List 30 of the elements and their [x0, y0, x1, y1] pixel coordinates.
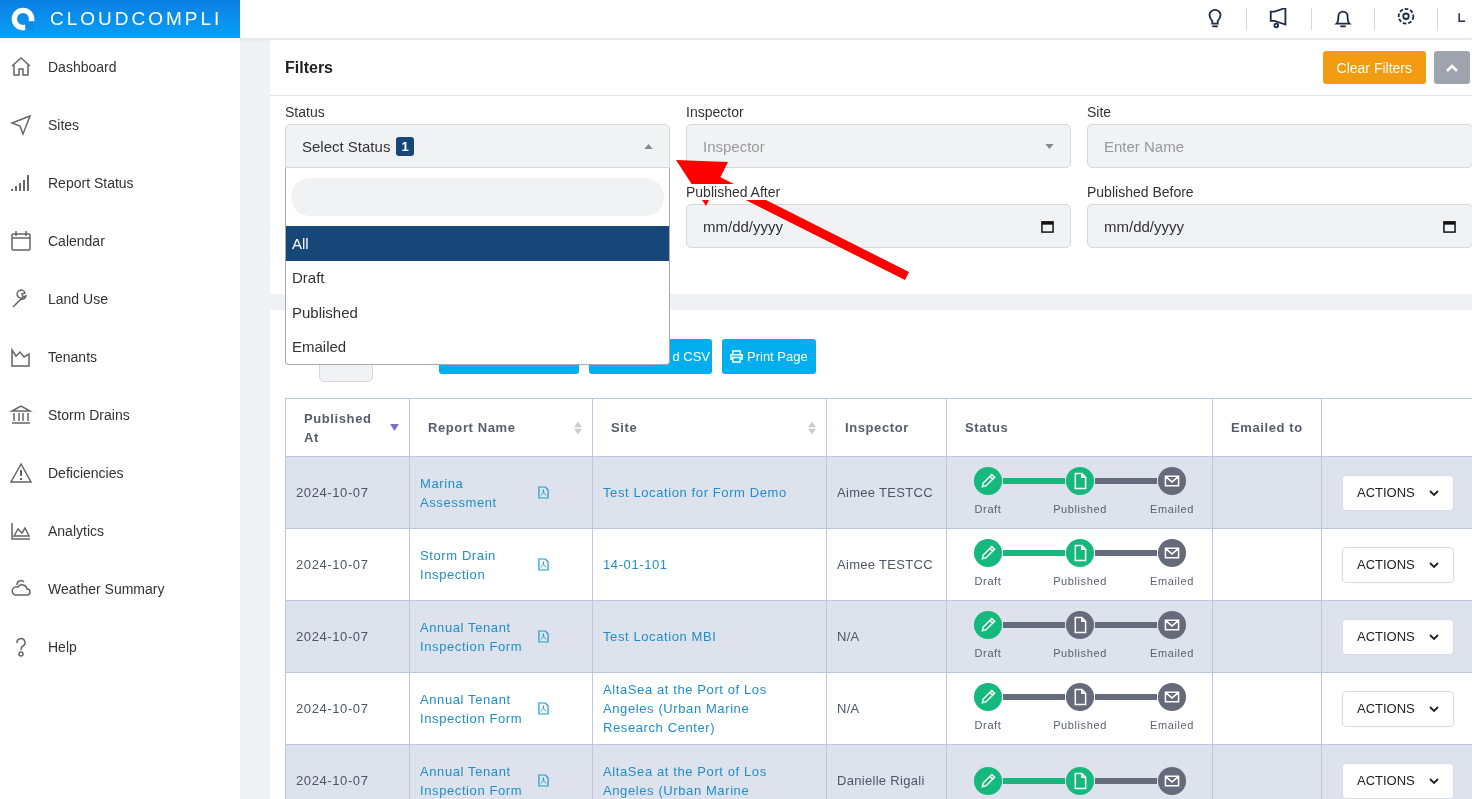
step-label: Emailed [1150, 646, 1194, 661]
step-label: Draft [974, 502, 1002, 517]
date-cell: 2024-10-07 [296, 773, 369, 788]
step-label: Published [1053, 718, 1107, 733]
inspector-cell: Aimee TESTCC [837, 557, 933, 572]
inspector-cell: N/A [837, 701, 860, 716]
step-label: Draft [974, 718, 1002, 733]
field-label: Published After [686, 184, 781, 200]
count-badge: 1 [396, 136, 414, 156]
step-label: Published [1053, 574, 1107, 589]
step-label: Emailed [1150, 502, 1194, 517]
inspector-cell: Aimee TESTCC [837, 485, 933, 500]
step-label: Published [1053, 502, 1107, 517]
inspector-cell: N/A [837, 629, 860, 644]
field-label: Site [1087, 104, 1112, 120]
step-label: Draft [974, 646, 1002, 661]
step-label: Published [1053, 646, 1107, 661]
date-cell: 2024-10-07 [296, 701, 369, 716]
field-label: Published Before [1087, 184, 1194, 200]
inspector-cell: Danielle Rigali [837, 773, 925, 788]
step-label: Emailed [1150, 574, 1194, 589]
step-label: Draft [974, 574, 1002, 589]
field-label: Status [285, 104, 325, 120]
date-cell: 2024-10-07 [296, 485, 369, 500]
date-cell: 2024-10-07 [296, 629, 369, 644]
date-cell: 2024-10-07 [296, 557, 369, 572]
step-label: Emailed [1150, 718, 1194, 733]
field-label: Inspector [686, 104, 744, 120]
panel-title: Filters [285, 58, 333, 77]
brand-name: CLOUDCOMPLI [50, 8, 223, 30]
